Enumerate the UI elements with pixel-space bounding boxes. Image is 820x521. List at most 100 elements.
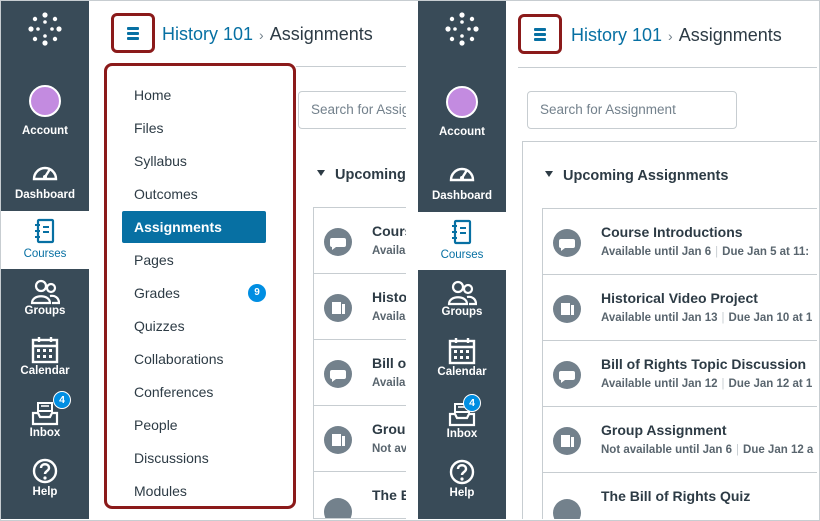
availability: Available until Jan 6 [601, 246, 712, 258]
panel-gap [406, 1, 418, 519]
left-panel: Account Dashboard Courses Groups Calenda… [1, 1, 406, 519]
assignment-title[interactable]: Historical Video Project [601, 290, 758, 306]
course-nav-home[interactable]: Home [122, 79, 266, 111]
search-input[interactable]: Search for Assignment [527, 91, 737, 129]
breadcrumb-separator: › [259, 27, 264, 43]
assignment-title[interactable]: Group Assignment [601, 422, 727, 438]
upcoming-section-title[interactable]: Upcoming [317, 167, 406, 183]
help-icon [449, 459, 475, 485]
avatar [29, 85, 61, 117]
nav-groups[interactable]: Groups [418, 278, 506, 336]
nav-groups-label: Groups [24, 305, 66, 317]
avatar [446, 86, 478, 118]
availability: Available until Jan 13 [601, 312, 718, 324]
due-date: Due Jan 5 at 11: [722, 246, 810, 258]
course-nav-syllabus[interactable]: Syllabus [122, 145, 266, 177]
list-item[interactable]: Group Not av [314, 406, 406, 472]
course-nav-people[interactable]: People [122, 409, 266, 441]
course-nav-assignments[interactable]: Assignments [122, 211, 266, 243]
nav-help-label: Help [32, 486, 58, 498]
dashboard-icon [449, 167, 475, 182]
upcoming-section-title[interactable]: Upcoming Assignments [545, 168, 728, 184]
discussion-icon [553, 229, 581, 257]
nav-calendar-label: Calendar [437, 366, 487, 378]
nav-dashboard-label: Dashboard [14, 189, 76, 201]
assignment-availability: Availa [372, 311, 406, 323]
nav-inbox-label: Inbox [29, 427, 61, 439]
nav-help[interactable]: Help [1, 457, 89, 515]
list-item[interactable]: Group Assignment Not available until Jan… [543, 407, 817, 473]
course-nav-quizzes[interactable]: Quizzes [122, 310, 266, 342]
collapse-triangle-icon [545, 171, 553, 178]
assignment-icon [324, 426, 352, 454]
nav-calendar-label: Calendar [20, 365, 70, 377]
course-nav-modules[interactable]: Modules [122, 475, 266, 507]
nav-calendar[interactable]: Calendar [1, 335, 89, 393]
nav-inbox[interactable]: 4 Inbox [418, 394, 506, 452]
nav-courses-label: Courses [23, 248, 67, 260]
right-panel: Account Dashboard Courses Groups Calenda… [418, 1, 817, 519]
header-divider [518, 67, 817, 68]
assignment-title[interactable]: The B [372, 487, 406, 503]
list-item[interactable]: The B [314, 472, 406, 518]
assignment-icon [324, 294, 352, 322]
upcoming-section-label: Upcoming [335, 167, 406, 183]
grades-badge: 9 [248, 284, 266, 302]
groups-icon [30, 279, 60, 305]
assignment-meta: Available until Jan 13 | Due Jan 10 at 1 [601, 312, 813, 324]
list-item[interactable]: The Bill of Rights Quiz [543, 473, 817, 519]
hamburger-icon [127, 27, 139, 42]
course-nav-conferences[interactable]: Conferences [122, 376, 266, 408]
course-nav-pages[interactable]: Pages [122, 244, 266, 276]
help-icon [32, 458, 58, 484]
search-input[interactable]: Search for Assig [298, 91, 406, 129]
course-menu-toggle[interactable] [518, 14, 562, 54]
assignment-title[interactable]: Cours [372, 223, 406, 239]
list-item[interactable]: Bill of Rights Topic Discussion Availabl… [543, 341, 817, 407]
assignment-title[interactable]: Bill of Rights Topic Discussion [601, 356, 806, 372]
course-nav-discussions[interactable]: Discussions [122, 442, 266, 474]
nav-inbox[interactable]: 4 Inbox [1, 391, 89, 451]
course-menu-toggle[interactable] [111, 13, 155, 53]
assignment-title[interactable]: Group [372, 421, 406, 437]
assignment-title[interactable]: Bill o [372, 355, 406, 371]
course-nav-grades[interactable]: Grades 9 [122, 277, 266, 309]
content-left-border [522, 141, 523, 519]
nav-dashboard-label: Dashboard [431, 190, 493, 202]
list-item[interactable]: Cours Availa [314, 208, 406, 274]
nav-groups[interactable]: Groups [1, 277, 89, 335]
collapse-triangle-icon [317, 170, 325, 177]
availability: Available until Jan 12 [601, 378, 718, 390]
list-item[interactable]: Historical Video Project Available until… [543, 275, 817, 341]
nav-courses[interactable]: Courses [1, 211, 89, 269]
assignment-meta: Available until Jan 12 | Due Jan 12 at 1 [601, 378, 813, 390]
course-nav-collaborations[interactable]: Collaborations [122, 343, 266, 375]
nav-dashboard[interactable]: Dashboard [1, 157, 89, 215]
quiz-icon [553, 499, 581, 519]
due-date: Due Jan 12 a [743, 444, 814, 456]
nav-dashboard[interactable]: Dashboard [418, 158, 506, 216]
breadcrumb-course-link[interactable]: History 101 [571, 25, 662, 45]
list-item[interactable]: Course Introductions Available until Jan… [543, 209, 817, 275]
nav-help[interactable]: Help [418, 458, 506, 516]
list-item[interactable]: Histo Availa [314, 274, 406, 340]
breadcrumb: History 101 › Assignments [571, 25, 782, 46]
assignment-meta: Not available until Jan 6 | Due Jan 12 a [601, 444, 814, 456]
nav-calendar[interactable]: Calendar [418, 336, 506, 394]
course-nav-files[interactable]: Files [122, 112, 266, 144]
assignment-availability: Availa [372, 377, 406, 389]
nav-inbox-label: Inbox [446, 428, 478, 440]
nav-account[interactable]: Account [1, 85, 89, 143]
calendar-icon [448, 338, 476, 365]
list-item[interactable]: Bill o Availa [314, 340, 406, 406]
nav-courses[interactable]: Courses [418, 212, 506, 270]
assignment-title[interactable]: Histo [372, 289, 406, 305]
nav-courses-label: Courses [440, 249, 484, 261]
nav-account[interactable]: Account [418, 86, 506, 144]
course-nav-outcomes[interactable]: Outcomes [122, 178, 266, 210]
breadcrumb-course-link[interactable]: History 101 [162, 24, 253, 44]
inbox-badge: 4 [463, 394, 481, 412]
dashboard-icon [32, 166, 58, 181]
assignment-title[interactable]: Course Introductions [601, 224, 743, 240]
assignment-title[interactable]: The Bill of Rights Quiz [601, 488, 750, 504]
